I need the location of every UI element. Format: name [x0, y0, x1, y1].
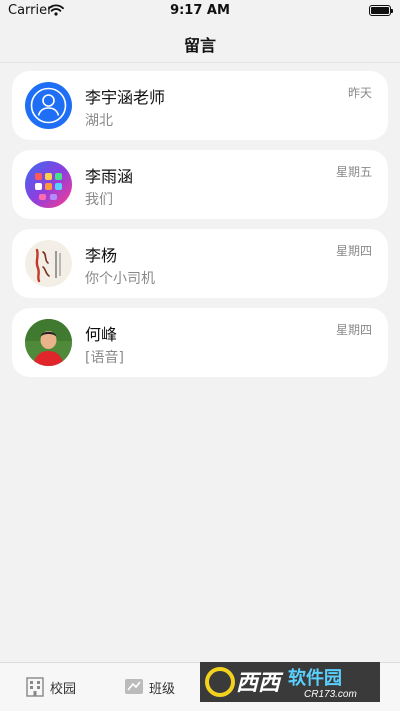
watermark-logo: 西西 软件园 CR173.com	[200, 662, 380, 702]
battery-icon	[369, 5, 393, 16]
tab-label: 校园	[50, 682, 77, 697]
message-preview: 我们	[85, 192, 113, 208]
message-list: 李宇涵老师 湖北 昨天 李雨涵 我们 星期五 李杨 你个小司机 星期四 何峰 […	[12, 71, 388, 387]
message-preview: 你个小司机	[85, 271, 155, 287]
building-icon	[26, 677, 44, 697]
page-title: 留言	[183, 36, 216, 55]
message-item[interactable]: 李雨涵 我们 星期五	[12, 150, 388, 219]
navigation-bar: 留言	[0, 22, 400, 63]
message-item[interactable]: 李宇涵老师 湖北 昨天	[12, 71, 388, 140]
message-time: 昨天	[347, 86, 372, 100]
tab-label: 班级	[149, 682, 176, 697]
default-user-icon	[25, 82, 72, 129]
contact-name: 李雨涵	[85, 167, 134, 186]
clock: 9:17 AM	[170, 3, 230, 18]
phone-homescreen-avatar	[25, 161, 72, 208]
class-icon	[125, 679, 143, 694]
message-item[interactable]: 李杨 你个小司机 星期四	[12, 229, 388, 298]
watermark-brand: 西西	[236, 670, 284, 695]
message-preview: [语音]	[85, 350, 124, 366]
watermark-domain: CR173.com	[304, 689, 357, 700]
message-time: 星期四	[335, 323, 372, 337]
contact-name: 李宇涵老师	[85, 88, 166, 107]
calligraphy-avatar	[25, 240, 72, 287]
watermark-text: 软件园	[288, 667, 342, 688]
message-preview: 湖北	[85, 113, 113, 129]
status-bar: Carrier 9:17 AM	[0, 0, 400, 22]
contact-name: 李杨	[85, 246, 118, 265]
message-time: 星期四	[335, 244, 372, 258]
contact-name: 何峰	[85, 325, 118, 344]
child-portrait-avatar	[25, 319, 72, 366]
message-item[interactable]: 何峰 [语音] 星期四	[12, 308, 388, 377]
message-time: 星期五	[335, 165, 372, 179]
